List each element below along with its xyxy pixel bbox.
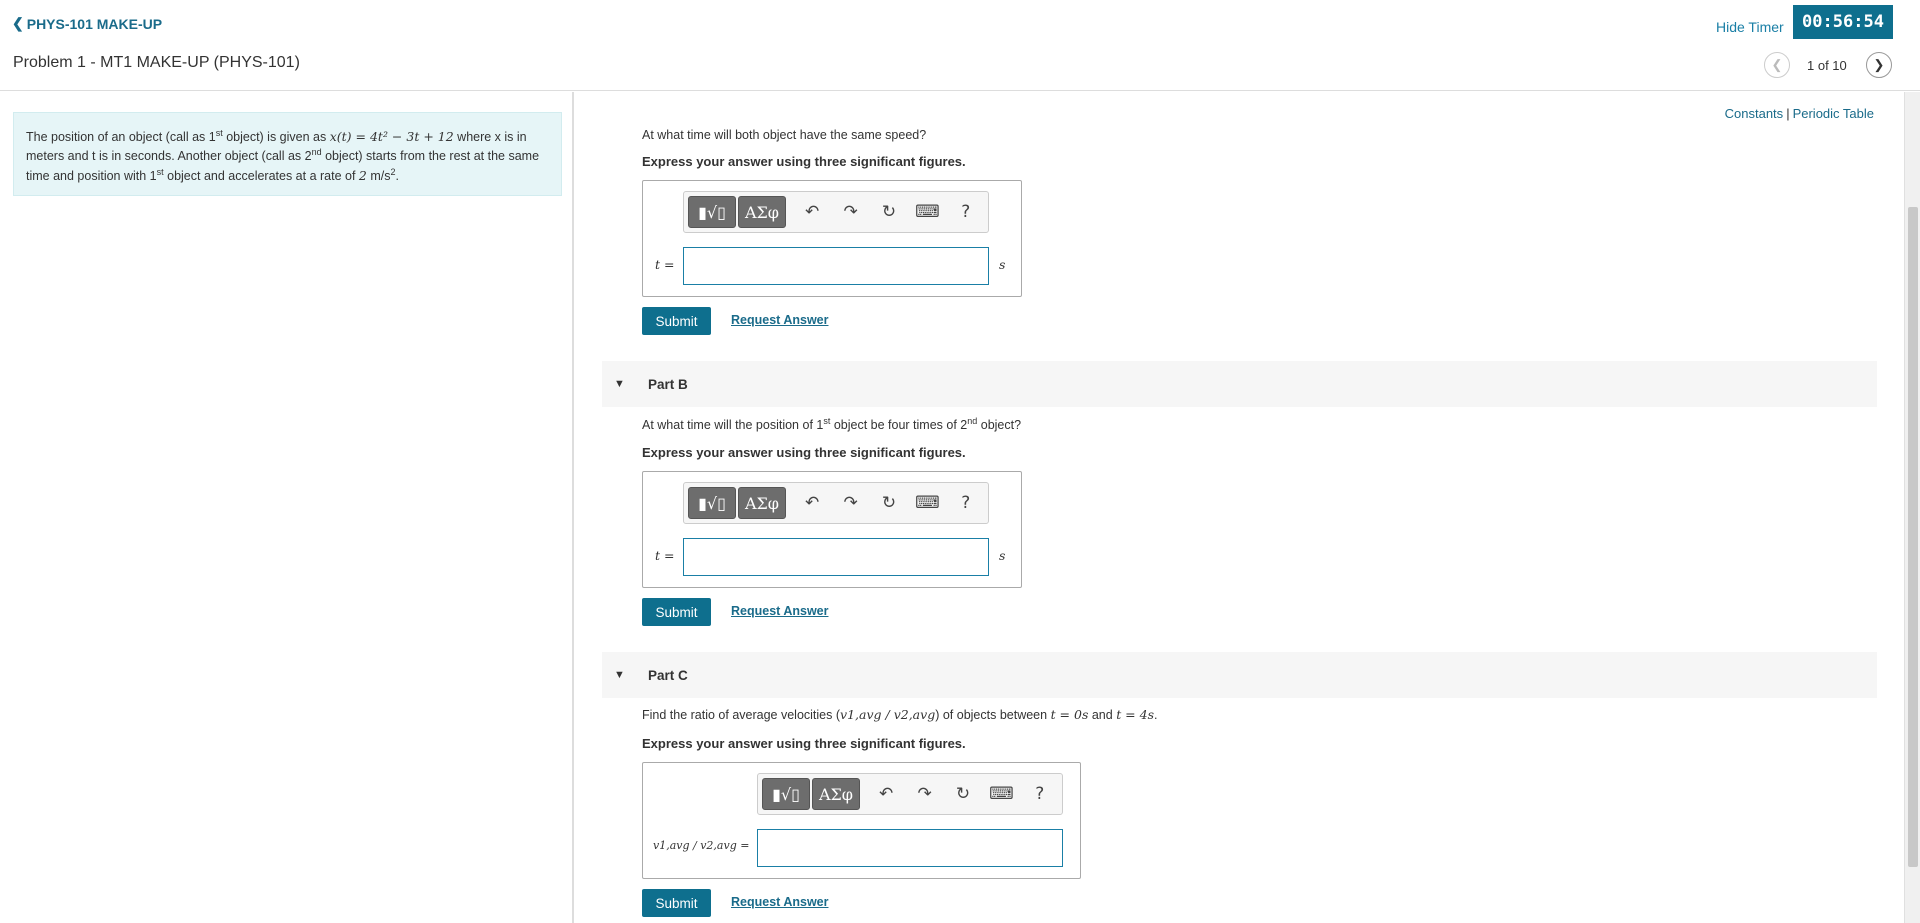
velocity-ratio-expression: v1,avg / v2,avg	[840, 707, 936, 722]
reset-icon[interactable]: ↻	[871, 196, 907, 228]
math-toolbar: ▮√▯ ΑΣφ ↶ ↷ ↻ ⌨ ?	[683, 482, 989, 524]
part-a-instruction: Express your answer using three signific…	[642, 154, 966, 169]
back-link-label: PHYS-101 MAKE-UP	[26, 15, 163, 32]
redo-icon[interactable]: ↷	[832, 196, 868, 228]
part-b-question: At what time will the position of 1st ob…	[642, 415, 1022, 432]
templates-button[interactable]: ▮√▯	[762, 778, 810, 810]
constants-link[interactable]: Constants	[1725, 106, 1784, 121]
next-problem-button[interactable]: ❯	[1866, 52, 1892, 78]
question-sup: nd	[967, 415, 978, 426]
redo-icon[interactable]: ↷	[906, 778, 942, 810]
templates-button[interactable]: ▮√▯	[688, 196, 736, 228]
timer-display: 00:56:54	[1793, 5, 1893, 39]
part-a-answer-box: ▮√▯ ΑΣφ ↶ ↷ ↻ ⌨ ? t = s	[642, 180, 1022, 297]
chevron-left-icon: ❮	[12, 15, 24, 31]
math-toolbar: ▮√▯ ΑΣφ ↶ ↷ ↻ ⌨ ?	[757, 773, 1063, 815]
question-text: At what time will the position of 1	[642, 418, 824, 432]
intro-text: object and accelerates at a rate of	[163, 169, 359, 183]
undo-icon[interactable]: ↶	[794, 487, 830, 519]
link-separator: |	[1786, 106, 1790, 121]
part-c-title: Part C	[648, 667, 688, 683]
question-text: ) of objects between	[935, 708, 1051, 722]
reset-icon[interactable]: ↻	[945, 778, 981, 810]
part-b-header[interactable]: ▼ Part B	[602, 361, 1877, 407]
answer-variable-label: t =	[655, 257, 675, 272]
answer-unit-label: s	[999, 548, 1006, 563]
part-b-title: Part B	[648, 376, 688, 392]
intro-sup: nd	[311, 146, 322, 157]
undo-icon[interactable]: ↶	[868, 778, 904, 810]
part-c-request-answer-link[interactable]: Request Answer	[731, 895, 828, 909]
back-to-assignment-link[interactable]: ❮ PHYS-101 MAKE-UP	[12, 15, 162, 32]
page-header: ❮ PHYS-101 MAKE-UP Problem 1 - MT1 MAKE-…	[0, 0, 1920, 91]
part-c-instruction: Express your answer using three signific…	[642, 736, 966, 751]
part-a-question: At what time will both object have the s…	[642, 128, 927, 142]
part-b-submit-button[interactable]: Submit	[642, 598, 711, 626]
position-equation: x(t) = 4t² − 3t + 12	[329, 129, 454, 144]
chevron-left-icon: ❮	[1771, 57, 1783, 72]
time-end-expression: t = 4s	[1116, 707, 1154, 722]
part-c-answer-input[interactable]	[757, 829, 1063, 867]
chevron-right-icon: ❯	[1873, 57, 1885, 72]
acceleration-value: 2	[358, 168, 367, 183]
answer-variable-label: v1,avg / v2,avg =	[653, 839, 750, 852]
question-text: Find the ratio of average velocities (	[642, 708, 841, 722]
question-text: object?	[977, 418, 1022, 432]
reset-icon[interactable]: ↻	[871, 487, 907, 519]
collapse-triangle-icon: ▼	[614, 378, 625, 390]
answer-variable-label: t =	[655, 548, 675, 563]
undo-icon[interactable]: ↶	[794, 196, 830, 228]
part-c-answer-box: ▮√▯ ΑΣφ ↶ ↷ ↻ ⌨ ? v1,avg / v2,avg =	[642, 762, 1081, 879]
part-a-request-answer-link[interactable]: Request Answer	[731, 313, 828, 327]
vertical-scrollbar[interactable]	[1904, 92, 1920, 923]
scrollbar-thumb[interactable]	[1908, 207, 1918, 867]
collapse-triangle-icon: ▼	[614, 669, 625, 681]
question-text: .	[1154, 708, 1158, 722]
answer-unit-label: s	[999, 257, 1006, 272]
intro-text: object) is given as	[222, 130, 330, 144]
keyboard-icon[interactable]: ⌨	[909, 487, 945, 519]
parts-pane: Constants | Periodic Table At what time wi…	[576, 92, 1904, 923]
problem-counter: 1 of 10	[1807, 58, 1847, 73]
part-b-request-answer-link[interactable]: Request Answer	[731, 604, 828, 618]
math-toolbar: ▮√▯ ΑΣφ ↶ ↷ ↻ ⌨ ?	[683, 191, 989, 233]
time-start-expression: t = 0s	[1050, 707, 1089, 722]
problem-title: Problem 1 - MT1 MAKE-UP (PHYS-101)	[13, 54, 300, 71]
resource-links: Constants | Periodic Table	[1725, 106, 1874, 121]
part-c-header[interactable]: ▼ Part C	[602, 652, 1877, 698]
help-icon[interactable]: ?	[948, 196, 984, 228]
intro-text: The position of an object (call as 1	[26, 130, 216, 144]
part-b-instruction: Express your answer using three signific…	[642, 445, 966, 460]
part-b-answer-input[interactable]	[683, 538, 989, 576]
intro-sup: st	[215, 127, 223, 138]
redo-icon[interactable]: ↷	[832, 487, 868, 519]
intro-text: m/s	[366, 169, 391, 183]
problem-intro-box: The position of an object (call as 1st o…	[13, 112, 562, 196]
question-text: object be four times of 2	[830, 418, 968, 432]
greek-symbols-button[interactable]: ΑΣφ	[737, 487, 786, 519]
keyboard-icon[interactable]: ⌨	[983, 778, 1019, 810]
question-text: and	[1088, 708, 1117, 722]
templates-button[interactable]: ▮√▯	[688, 487, 736, 519]
part-a-answer-input[interactable]	[683, 247, 989, 285]
help-icon[interactable]: ?	[1022, 778, 1058, 810]
hide-timer-link[interactable]: Hide Timer	[1716, 19, 1784, 35]
part-c-question: Find the ratio of average velocities (v1…	[642, 707, 1157, 722]
part-a-submit-button[interactable]: Submit	[642, 307, 711, 335]
greek-symbols-button[interactable]: ΑΣφ	[811, 778, 860, 810]
intro-sup: st	[156, 166, 164, 177]
keyboard-icon[interactable]: ⌨	[909, 196, 945, 228]
part-b-answer-box: ▮√▯ ΑΣφ ↶ ↷ ↻ ⌨ ? t = s	[642, 471, 1022, 588]
previous-problem-button[interactable]: ❮	[1764, 52, 1790, 78]
periodic-table-link[interactable]: Periodic Table	[1793, 106, 1874, 121]
problem-intro-pane: The position of an object (call as 1st o…	[0, 92, 574, 923]
greek-symbols-button[interactable]: ΑΣφ	[737, 196, 786, 228]
intro-text: .	[395, 169, 399, 183]
part-c-submit-button[interactable]: Submit	[642, 889, 711, 917]
help-icon[interactable]: ?	[948, 487, 984, 519]
